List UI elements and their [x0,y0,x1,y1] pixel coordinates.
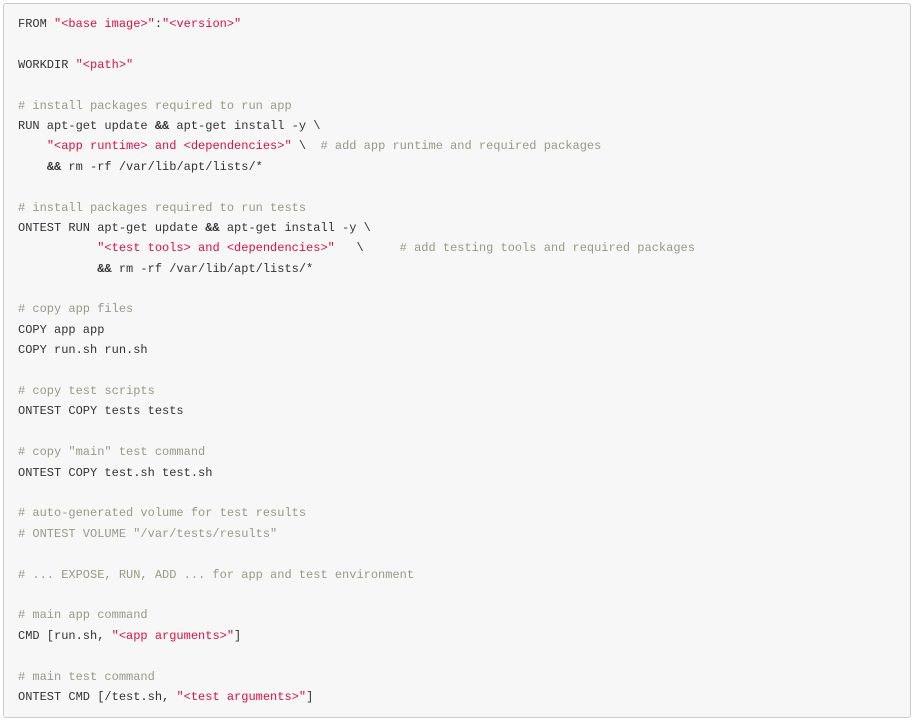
code-token-text [18,139,47,153]
code-token-string: "<test tools> and <dependencies>" [97,241,335,255]
code-token-text: ONTEST COPY tests tests [18,404,184,418]
code-token-text: apt-get install -y \ [220,221,371,235]
code-token-text: COPY app app [18,323,104,337]
code-token-string: "<base image>" [54,17,155,31]
code-content: FROM "<base image>":"<version>" WORKDIR … [18,14,896,707]
code-token-string: "<version>" [162,17,241,31]
code-token-text: rm -rf /var/lib/apt/lists/* [61,160,263,174]
code-token-operator: && [97,262,111,276]
code-token-string: "<path>" [76,58,134,72]
code-token-comment: # main test command [18,670,155,684]
code-token-comment: # main app command [18,608,148,622]
code-token-text: FROM [18,17,54,31]
code-token-text: ONTEST CMD [/test.sh, [18,690,176,704]
code-token-comment: # add app runtime and required packages [320,139,601,153]
code-token-operator: && [205,221,219,235]
code-block: FROM "<base image>":"<version>" WORKDIR … [3,3,911,718]
code-token-text: WORKDIR [18,58,76,72]
code-token-string: "<test arguments>" [176,690,306,704]
code-token-text: : [155,17,162,31]
code-token-text [18,262,97,276]
code-token-comment: # install packages required to run tests [18,201,306,215]
code-token-text [18,160,47,174]
code-token-text: ] [306,690,313,704]
code-token-text: ONTEST COPY test.sh test.sh [18,466,212,480]
code-token-text: ONTEST RUN apt-get update [18,221,205,235]
code-token-text: CMD [run.sh, [18,629,112,643]
code-token-comment: # copy app files [18,302,133,316]
code-token-text [18,241,97,255]
code-token-text: RUN apt-get update [18,119,155,133]
code-token-comment: # ... EXPOSE, RUN, ADD ... for app and t… [18,568,414,582]
code-token-text: apt-get install -y \ [169,119,320,133]
code-token-text: \ [335,241,400,255]
code-token-text: \ [292,139,321,153]
code-token-string: "<app runtime> and <dependencies>" [47,139,292,153]
code-token-comment: # copy "main" test command [18,445,205,459]
code-token-comment: # auto-generated volume for test results [18,506,306,520]
code-token-text: ] [234,629,241,643]
code-token-text: COPY run.sh run.sh [18,343,148,357]
code-token-string: "<app arguments>" [112,629,234,643]
code-token-comment: # add testing tools and required package… [400,241,695,255]
code-token-comment: # install packages required to run app [18,99,292,113]
code-token-operator: && [155,119,169,133]
code-token-comment: # ONTEST VOLUME "/var/tests/results" [18,527,277,541]
code-token-operator: && [47,160,61,174]
code-token-text: rm -rf /var/lib/apt/lists/* [112,262,314,276]
code-token-comment: # copy test scripts [18,384,155,398]
